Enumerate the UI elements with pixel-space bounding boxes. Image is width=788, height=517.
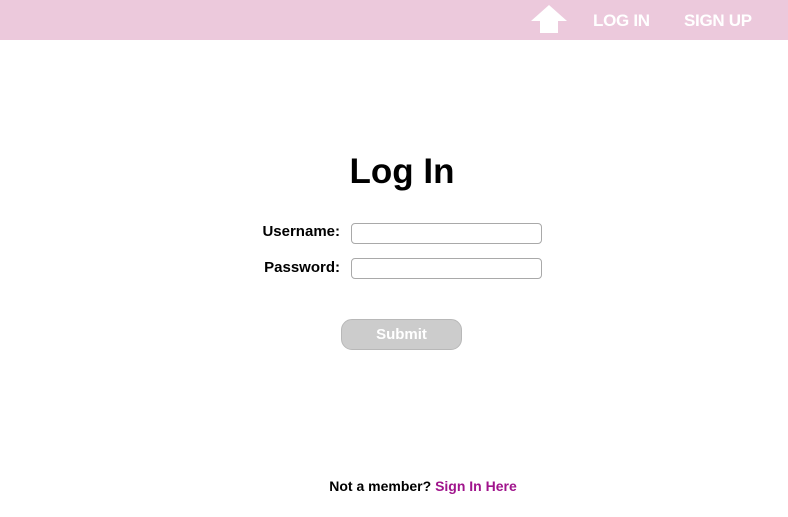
- sign-in-here-link[interactable]: Sign In Here: [435, 478, 517, 494]
- submit-button[interactable]: Submit: [341, 319, 462, 350]
- home-icon[interactable]: [530, 4, 568, 35]
- footer-prompt-text: Not a member?: [329, 478, 432, 494]
- page-title: Log In: [349, 152, 455, 191]
- nav-login-link[interactable]: LOG IN: [593, 11, 650, 30]
- top-navigation-bar: LOG IN SIGN UP: [0, 0, 788, 40]
- password-input[interactable]: [351, 258, 542, 279]
- password-label: Password:: [264, 259, 340, 276]
- footer-signup-prompt: Not a member? Sign In Here: [0, 478, 788, 495]
- username-input[interactable]: [351, 223, 542, 244]
- username-label: Username:: [262, 223, 340, 240]
- nav-signup-link[interactable]: SIGN UP: [684, 11, 752, 30]
